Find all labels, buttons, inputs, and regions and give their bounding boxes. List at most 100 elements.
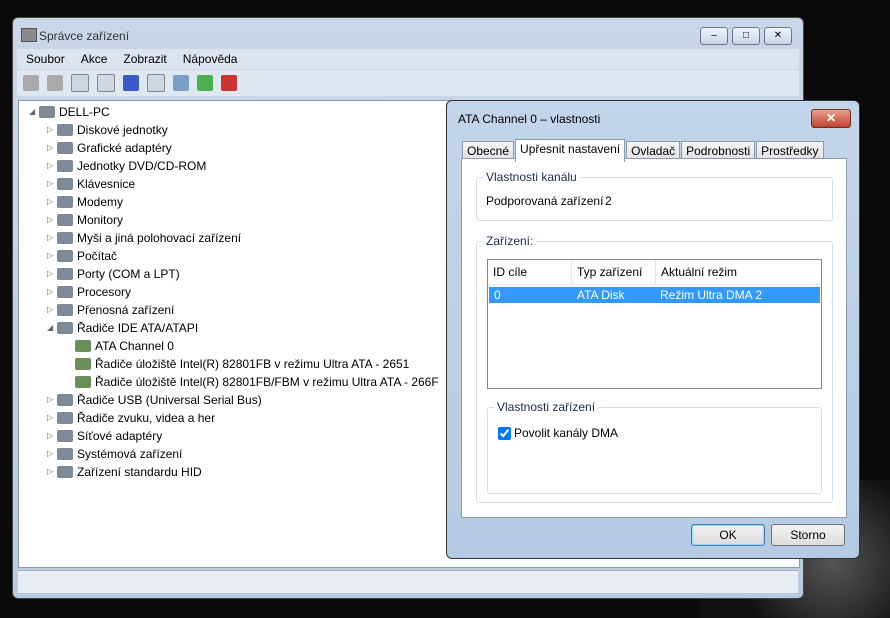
devices-list[interactable]: ID cíle Typ zařízení Aktuální režim 0 AT… bbox=[487, 259, 822, 389]
tree-item[interactable]: ▷ Porty (COM a LPT) bbox=[47, 265, 180, 283]
uninstall-icon[interactable] bbox=[221, 75, 237, 91]
tree-item[interactable]: ▷ Klávesnice bbox=[47, 175, 135, 193]
tree-item[interactable]: ▷ Řadiče USB (Universal Serial Bus) bbox=[47, 391, 262, 409]
dialog-close-button[interactable]: ✕ bbox=[811, 109, 851, 128]
supported-devices-value: 2 bbox=[605, 194, 612, 208]
minimize-button[interactable]: – bbox=[700, 27, 728, 45]
expand-icon[interactable]: ▷ bbox=[47, 121, 57, 139]
cell-target-id: 0 bbox=[494, 288, 501, 302]
tree-item-label: Řadiče USB (Universal Serial Bus) bbox=[77, 393, 262, 407]
column-target-id[interactable]: ID cíle bbox=[488, 260, 572, 284]
dma-option[interactable]: Povolit kanály DMA bbox=[498, 426, 618, 440]
expand-icon[interactable]: ▷ bbox=[47, 391, 57, 409]
update-driver-icon[interactable] bbox=[197, 75, 213, 91]
expand-icon[interactable]: ▷ bbox=[47, 301, 57, 319]
close-button[interactable]: ✕ bbox=[764, 27, 792, 45]
list-row[interactable]: 0 ATA Disk Režim Ultra DMA 2 bbox=[489, 287, 820, 303]
tree-item-label: Řadiče úložiště Intel(R) 82801FB/FBM v r… bbox=[95, 375, 439, 389]
tree-item-label: Diskové jednotky bbox=[77, 123, 168, 137]
tab-advanced[interactable]: Upřesnit nastavení bbox=[515, 139, 626, 162]
tree-item[interactable]: ◢ Řadiče IDE ATA/ATAPI bbox=[47, 319, 198, 337]
tree-item[interactable]: ▷ Řadiče zvuku, videa a her bbox=[47, 409, 215, 427]
tree-item[interactable]: Řadiče úložiště Intel(R) 82801FB v režim… bbox=[65, 355, 409, 373]
cell-device-type: ATA Disk bbox=[577, 288, 625, 302]
expand-icon[interactable]: ▷ bbox=[47, 211, 57, 229]
cancel-button[interactable]: Storno bbox=[771, 524, 845, 546]
tree-item[interactable]: ▷ Síťové adaptéry bbox=[47, 427, 162, 445]
channel-properties-group: Vlastnosti kanálu Podporovaná zařízení 2 bbox=[476, 170, 833, 221]
forward-icon[interactable] bbox=[47, 75, 63, 91]
properties-icon[interactable] bbox=[97, 74, 115, 92]
tree-item-label: Myši a jiná polohovací zařízení bbox=[77, 231, 242, 245]
expand-icon[interactable]: ◢ bbox=[47, 319, 57, 337]
expand-icon[interactable]: ▷ bbox=[47, 445, 57, 463]
expand-icon[interactable]: ▷ bbox=[47, 265, 57, 283]
tree-item-label: Zařízení standardu HID bbox=[77, 465, 202, 479]
expand-icon[interactable]: ◢ bbox=[29, 103, 39, 121]
show-hide-console-tree-icon[interactable] bbox=[71, 74, 89, 92]
expand-icon[interactable]: ▷ bbox=[47, 139, 57, 157]
devices-group: Zařízení: ID cíle Typ zařízení Aktuální … bbox=[476, 234, 833, 503]
dma-checkbox[interactable] bbox=[498, 426, 511, 440]
expand-icon[interactable]: ▷ bbox=[47, 157, 57, 175]
device-icon bbox=[39, 106, 55, 118]
menu-zobrazit[interactable]: Zobrazit bbox=[123, 49, 166, 69]
tree-item-label: Porty (COM a LPT) bbox=[77, 267, 180, 281]
tree-item[interactable]: ▷ Počítač bbox=[47, 247, 117, 265]
device-icon bbox=[57, 394, 73, 406]
expand-icon[interactable]: ▷ bbox=[47, 247, 57, 265]
tree-item-label: Jednotky DVD/CD-ROM bbox=[77, 159, 207, 173]
device-properties-group: Vlastnosti zařízení Povolit kanály DMA bbox=[487, 400, 822, 494]
tree-item[interactable]: ▷ Myši a jiná polohovací zařízení bbox=[47, 229, 241, 247]
device-icon bbox=[57, 250, 73, 262]
device-icon bbox=[57, 286, 73, 298]
expand-icon[interactable]: ▷ bbox=[47, 193, 57, 211]
tree-item[interactable]: Řadiče úložiště Intel(R) 82801FB/FBM v r… bbox=[65, 373, 439, 391]
device-icon bbox=[75, 340, 91, 352]
tree-root[interactable]: ◢ DELL-PC bbox=[29, 103, 110, 121]
tree-item[interactable]: ▷ Procesory bbox=[47, 283, 131, 301]
device-icon bbox=[75, 376, 91, 388]
device-icon bbox=[57, 214, 73, 226]
device-icon bbox=[57, 268, 73, 280]
tree-item[interactable]: ▷ Diskové jednotky bbox=[47, 121, 168, 139]
column-current-mode[interactable]: Aktuální režim bbox=[656, 260, 821, 284]
device-icon bbox=[57, 430, 73, 442]
tree-item[interactable]: ATA Channel 0 bbox=[65, 337, 174, 355]
maximize-button[interactable]: □ bbox=[732, 27, 760, 45]
column-device-type[interactable]: Typ zařízení bbox=[572, 260, 656, 284]
dialog-title: ATA Channel 0 – vlastnosti bbox=[458, 112, 601, 126]
expand-icon[interactable]: ▷ bbox=[47, 427, 57, 445]
device-icon bbox=[57, 178, 73, 190]
device-icon bbox=[57, 322, 73, 334]
expand-icon[interactable]: ▷ bbox=[47, 463, 57, 481]
expand-icon[interactable]: ▷ bbox=[47, 175, 57, 193]
scan-hardware-icon[interactable] bbox=[173, 75, 189, 91]
tree-item-label: Řadiče zvuku, videa a her bbox=[77, 411, 216, 425]
tree-item[interactable]: ▷ Systémová zařízení bbox=[47, 445, 182, 463]
tree-item[interactable]: ▷ Jednotky DVD/CD-ROM bbox=[47, 157, 206, 175]
menu-bar: Soubor Akce Zobrazit Nápověda bbox=[17, 49, 799, 69]
supported-devices-label: Podporovaná zařízení bbox=[486, 194, 604, 208]
tree-item-label: Řadiče úložiště Intel(R) 82801FB v režim… bbox=[95, 357, 410, 371]
tree-item[interactable]: ▷ Modemy bbox=[47, 193, 123, 211]
expand-icon[interactable]: ▷ bbox=[47, 229, 57, 247]
ok-button[interactable]: OK bbox=[691, 524, 765, 546]
properties-dialog: ATA Channel 0 – vlastnosti ✕ Obecné Upře… bbox=[446, 100, 860, 559]
expand-icon[interactable]: ▷ bbox=[47, 409, 57, 427]
tree-item-label: Monitory bbox=[77, 213, 124, 227]
show-action-pane-icon[interactable] bbox=[147, 74, 165, 92]
back-icon[interactable] bbox=[23, 75, 39, 91]
menu-napoveda[interactable]: Nápověda bbox=[183, 49, 238, 69]
tree-item[interactable]: ▷ Grafické adaptéry bbox=[47, 139, 172, 157]
help-icon[interactable] bbox=[123, 75, 139, 91]
menu-soubor[interactable]: Soubor bbox=[26, 49, 65, 69]
cell-current-mode: Režim Ultra DMA 2 bbox=[660, 288, 763, 302]
tree-item[interactable]: ▷ Zařízení standardu HID bbox=[47, 463, 202, 481]
tree-item[interactable]: ▷ Přenosná zařízení bbox=[47, 301, 174, 319]
expand-icon[interactable]: ▷ bbox=[47, 283, 57, 301]
device-icon bbox=[57, 466, 73, 478]
tree-item[interactable]: ▷ Monitory bbox=[47, 211, 123, 229]
device-manager-icon bbox=[21, 28, 37, 42]
menu-akce[interactable]: Akce bbox=[81, 49, 108, 69]
